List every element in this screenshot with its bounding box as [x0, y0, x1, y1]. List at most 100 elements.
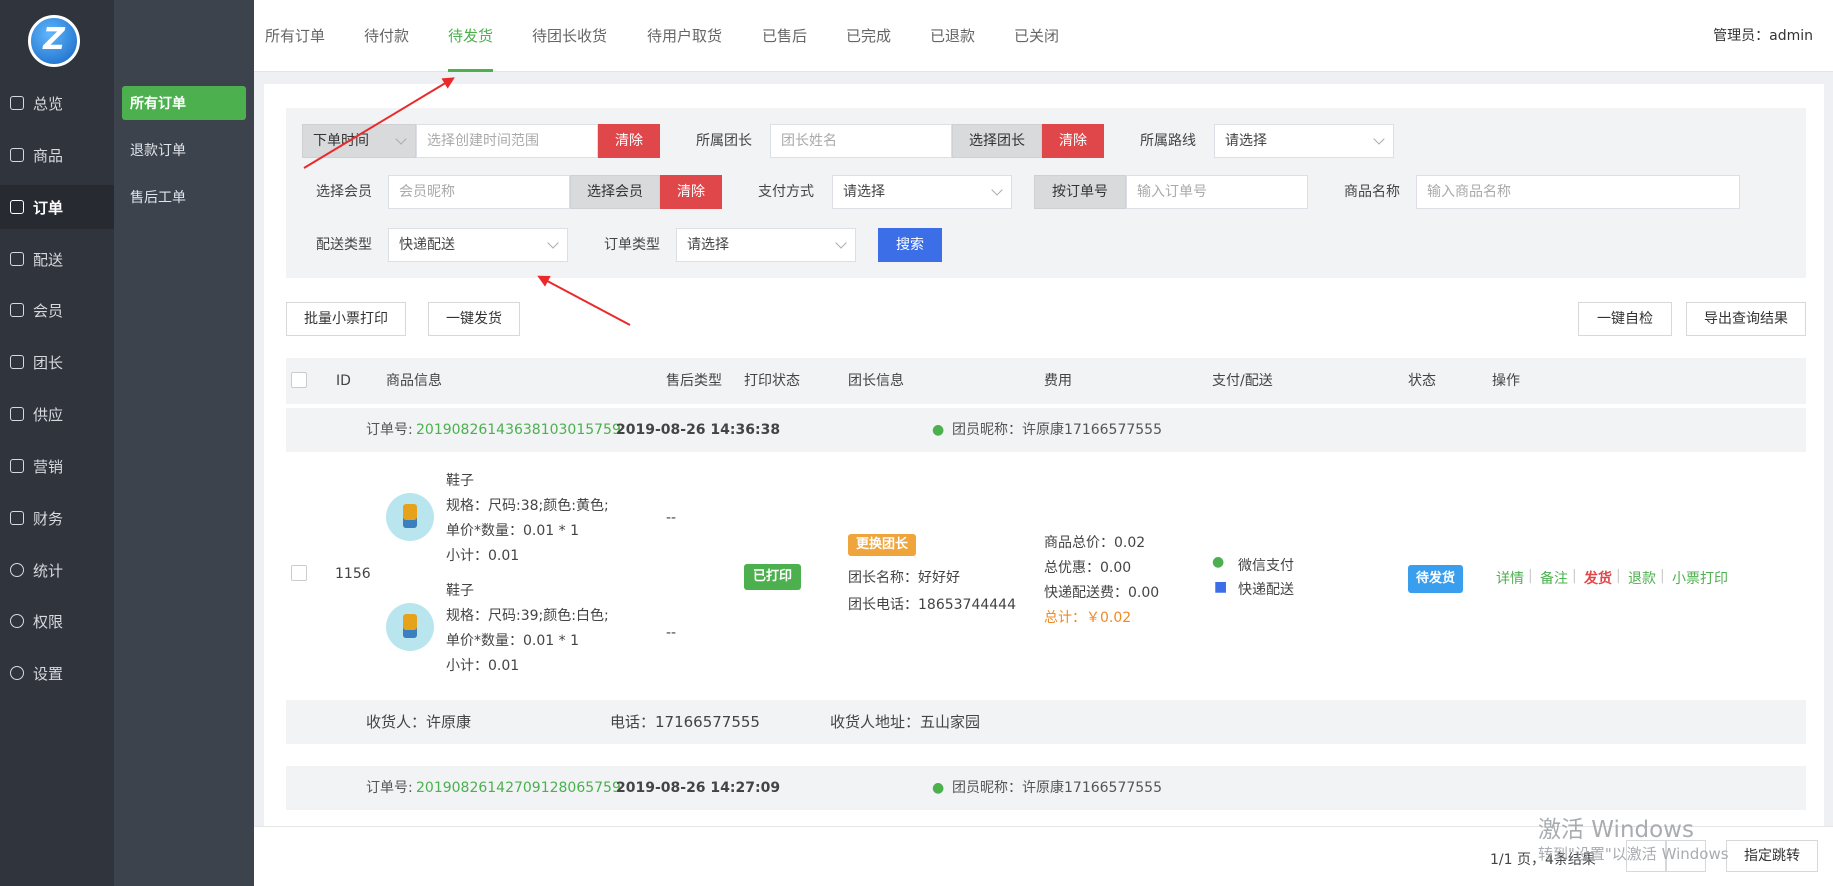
one-click-ship-button[interactable]: 一键发货: [428, 302, 520, 336]
sub-sidebar: 所有订单 退款订单 售后工单: [114, 0, 254, 886]
nav-label: 供应: [33, 405, 64, 424]
goods-label: 商品名称: [1344, 184, 1400, 200]
nav-settings[interactable]: 设置: [0, 651, 114, 695]
status-badge: 待发货: [1408, 565, 1464, 593]
order-type-select[interactable]: 请选择: [676, 228, 856, 262]
tab-aftersale[interactable]: 已售后: [762, 0, 807, 72]
op-separator: |: [1528, 568, 1533, 584]
order-id: 1156: [335, 566, 371, 582]
delivery-method: 快递配送: [1238, 582, 1294, 598]
nav-delivery[interactable]: 配送: [0, 237, 114, 281]
receiver-phone: 电话：17166577555: [610, 713, 760, 731]
goods-aftersale: --: [666, 510, 677, 526]
export-button[interactable]: 导出查询结果: [1686, 302, 1806, 336]
fee-discount: 总优惠：0.00: [1044, 560, 1132, 576]
tab-closed[interactable]: 已关闭: [1014, 0, 1059, 72]
nav-overview[interactable]: 总览: [0, 81, 114, 125]
batch-print-button[interactable]: 批量小票打印: [286, 302, 406, 336]
subnav-refund-orders[interactable]: 退款订单: [122, 133, 246, 167]
op-ship[interactable]: 发货: [1584, 568, 1612, 588]
order-no-label: 订单号:: [366, 780, 413, 796]
col-status: 状态: [1408, 373, 1436, 389]
nav-permission[interactable]: 权限: [0, 599, 114, 643]
select-all-checkbox[interactable]: [291, 372, 307, 388]
nav-marketing[interactable]: 营销: [0, 444, 114, 488]
order-no[interactable]: 201908261427091280657​59: [416, 766, 621, 810]
chevron-down-icon: [1373, 133, 1385, 145]
clear-time-button[interactable]: 清除: [598, 124, 660, 158]
clear-leader-button[interactable]: 清除: [1042, 124, 1104, 158]
chevron-down-icon: [547, 237, 559, 249]
member-label: 选择会员: [316, 184, 372, 200]
self-check-button[interactable]: 一键自检: [1578, 302, 1672, 336]
row-checkbox[interactable]: [291, 565, 307, 581]
goods-thumbnail: [386, 493, 434, 541]
supply-icon: [10, 407, 24, 421]
receiver-name: 收货人：许原康: [366, 713, 472, 731]
tab-completed[interactable]: 已完成: [846, 0, 891, 72]
member-nickname-input[interactable]: 会员昵称: [388, 175, 570, 209]
nav-label: 会员: [33, 301, 64, 320]
subnav-aftersale[interactable]: 售后工单: [122, 180, 246, 214]
tab-refunded[interactable]: 已退款: [930, 0, 975, 72]
top-tabs: 所有订单 待付款 待发货 待团长收货 待用户取货 已售后 已完成 已退款 已关闭…: [254, 0, 1833, 72]
search-button[interactable]: 搜索: [878, 228, 942, 262]
order-panel: 下单时间 选择创建时间范围 清除 所属团长 团长姓名 选择团长 清除 所属路线 …: [264, 84, 1824, 826]
time-type-select[interactable]: 下单时间: [302, 124, 416, 158]
op-refund[interactable]: 退款: [1628, 568, 1656, 588]
tab-to-ship[interactable]: 待发货: [448, 0, 494, 72]
col-id: ID: [336, 373, 351, 389]
truck-icon: ■: [1214, 579, 1228, 595]
tab-leader-receive[interactable]: 待团长收货: [532, 0, 607, 72]
admin-user[interactable]: 管理员：admin: [1713, 0, 1813, 72]
member-nickname: 团员昵称：许原康17166577555: [952, 780, 1162, 796]
receiver-address: 收货人地址：五山家园: [830, 713, 981, 731]
col-goods: 商品信息: [386, 373, 442, 389]
order-header: 订单号: 201908261427091280657​59 2019-08-26…: [286, 766, 1806, 810]
delivery-select[interactable]: 快递配送: [388, 228, 568, 262]
change-leader-button[interactable]: 更换团长: [848, 534, 917, 556]
pay-label: 支付方式: [758, 184, 814, 200]
choose-leader-button[interactable]: 选择团长: [952, 124, 1042, 158]
goods-spec: 规格：尺码:38;颜色:黄色;: [446, 498, 609, 514]
nav-supply[interactable]: 供应: [0, 392, 114, 436]
nav-label: 配送: [33, 250, 64, 269]
jump-page-button[interactable]: 指定跳转: [1726, 840, 1818, 872]
goods-name-input[interactable]: 输入商品名称: [1416, 175, 1740, 209]
windows-watermark-title: 激活 Windows: [1538, 817, 1694, 843]
route-select[interactable]: 请选择: [1214, 124, 1394, 158]
order-no-input[interactable]: 输入订单号: [1126, 175, 1308, 209]
op-detail[interactable]: 详情: [1496, 568, 1524, 588]
op-remark[interactable]: 备注: [1540, 568, 1568, 588]
finance-icon: [10, 511, 24, 525]
time-range-input[interactable]: 选择创建时间范围: [416, 124, 598, 158]
nav-finance[interactable]: 财务: [0, 496, 114, 540]
select-value: 请选择: [687, 237, 729, 253]
nav-stats[interactable]: 统计: [0, 548, 114, 592]
print-status-badge: 已打印: [744, 564, 802, 590]
nav-label: 财务: [33, 509, 64, 528]
select-value: 快递配送: [399, 237, 455, 253]
pay-select[interactable]: 请选择: [832, 175, 1012, 209]
subnav-all-orders[interactable]: 所有订单: [122, 86, 246, 120]
order-no-type-button[interactable]: 按订单号: [1034, 175, 1126, 209]
nav-goods[interactable]: 商品: [0, 133, 114, 177]
tab-unpaid[interactable]: 待付款: [364, 0, 409, 72]
nav-orders[interactable]: 订单: [0, 185, 114, 229]
clear-member-button[interactable]: 清除: [660, 175, 722, 209]
order-no[interactable]: 201908261436381030157​59: [416, 408, 621, 452]
chevron-down-icon: [835, 237, 847, 249]
order-time: 2019-08-26 14:27:09: [616, 780, 781, 796]
choose-member-button[interactable]: 选择会员: [570, 175, 660, 209]
tab-user-pickup[interactable]: 待用户取货: [647, 0, 722, 72]
op-print[interactable]: 小票打印: [1672, 568, 1728, 588]
tab-all[interactable]: 所有订单: [265, 0, 325, 72]
nav-label: 订单: [33, 198, 64, 217]
nav-leaders[interactable]: 团长: [0, 340, 114, 384]
fee-goods-total: 商品总价：0.02: [1044, 535, 1146, 551]
delivery-icon: [10, 252, 24, 266]
col-ops: 操作: [1492, 373, 1520, 389]
nav-members[interactable]: 会员: [0, 288, 114, 332]
orders-icon: [10, 200, 24, 214]
leader-name-input[interactable]: 团长姓名: [770, 124, 952, 158]
